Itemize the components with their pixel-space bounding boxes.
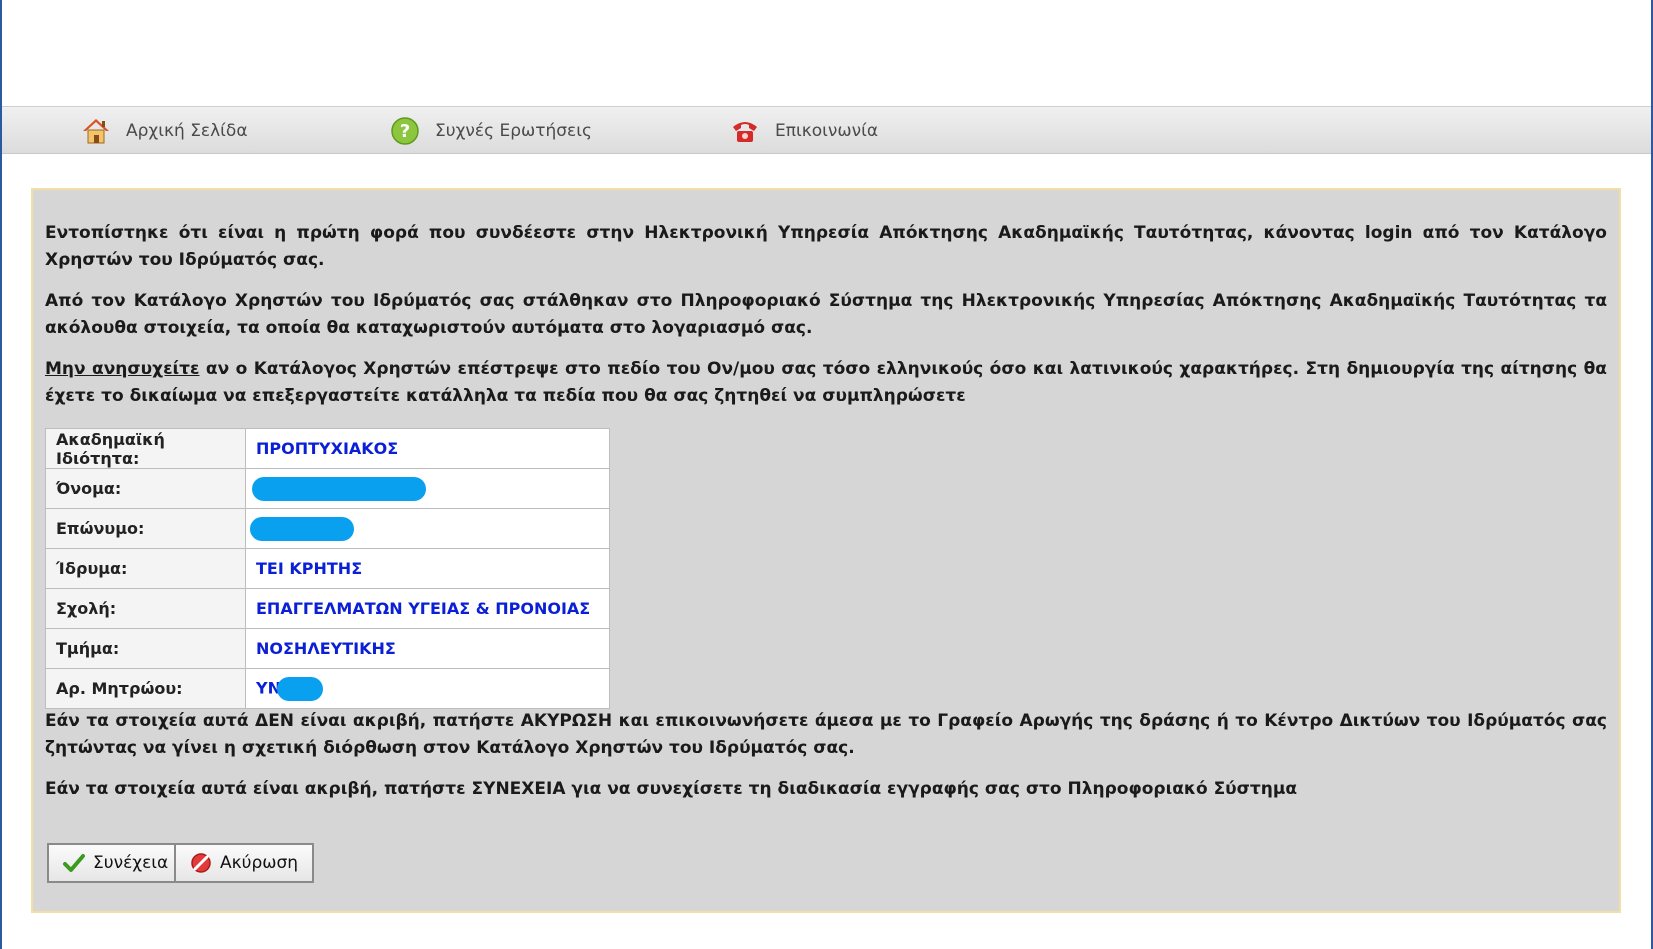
- telephone-icon: [729, 115, 761, 147]
- checkmark-icon: [63, 852, 85, 874]
- table-row: Σχολή: ΕΠΑΓΓΕΛΜΑΤΩΝ ΥΓΕΙΑΣ & ΠΡΟΝΟΙΑΣ: [45, 588, 610, 629]
- row-value-redacted: [245, 468, 610, 509]
- nav-home[interactable]: Αρχική Σελίδα: [80, 107, 248, 155]
- continue-button-label: Συνέχεια: [93, 853, 169, 873]
- redaction-mark: [250, 516, 354, 541]
- row-value: ΤΕΙ ΚΡΗΤΗΣ: [245, 548, 610, 589]
- row-label: Αρ. Μητρώου:: [45, 668, 246, 709]
- row-label: Ίδρυμα:: [45, 548, 246, 589]
- row-value: ΕΠΑΓΓΕΛΜΑΤΩΝ ΥΓΕΙΑΣ & ΠΡΟΝΟΙΑΣ: [245, 588, 610, 629]
- row-label: Ακαδημαϊκή Ιδιότητα:: [45, 428, 246, 469]
- table-row: Τμήμα: ΝΟΣΗΛΕΥΤΙΚΗΣ: [45, 628, 610, 669]
- table-row: Αρ. Μητρώου: ΥΝ: [45, 668, 610, 709]
- row-label: Όνομα:: [45, 468, 246, 509]
- outro-paragraph-2: Εάν τα στοιχεία αυτά είναι ακριβή, πατήσ…: [45, 779, 1298, 799]
- row-label: Επώνυμο:: [45, 508, 246, 549]
- intro-paragraph-2: Από τον Κατάλογο Χρηστών του Ιδρύματός σ…: [45, 291, 1607, 338]
- cancel-button-label: Ακύρωση: [220, 853, 299, 873]
- confirmation-panel: Εντοπίστηκε ότι είναι η πρώτη φορά που σ…: [31, 188, 1621, 913]
- nav-faq-label: Συχνές Ερωτήσεις: [435, 121, 592, 141]
- table-row: Επώνυμο:: [45, 508, 610, 549]
- redaction-mark: [276, 676, 323, 701]
- row-label: Τμήμα:: [45, 628, 246, 669]
- row-value: ΠΡΟΠΤΥΧΙΑΚΟΣ: [245, 428, 610, 469]
- row-label: Σχολή:: [45, 588, 246, 629]
- cancel-icon: [190, 852, 212, 874]
- user-details-table: Ακαδημαϊκή Ιδιότητα: ΠΡΟΠΤΥΧΙΑΚΟΣ Όνομα:…: [45, 428, 610, 709]
- row-value: ΝΟΣΗΛΕΥΤΙΚΗΣ: [245, 628, 610, 669]
- intro-paragraph-3: Μην ανησυχείτε αν ο Κατάλογος Χρηστών επ…: [45, 356, 1607, 410]
- home-icon: [80, 115, 112, 147]
- question-icon: ?: [389, 115, 421, 147]
- intro-paragraph-3-rest: αν ο Κατάλογος Χρηστών επέστρεψε στο πεδ…: [45, 359, 1607, 406]
- nav-contact[interactable]: Επικοινωνία: [729, 107, 878, 155]
- row-value-partial: ΥΝ: [245, 668, 610, 709]
- cancel-button[interactable]: Ακύρωση: [174, 843, 315, 883]
- table-row: Ίδρυμα: ΤΕΙ ΚΡΗΤΗΣ: [45, 548, 610, 589]
- nav-faq[interactable]: ? Συχνές Ερωτήσεις: [389, 107, 592, 155]
- table-row: Όνομα:: [45, 468, 610, 509]
- continue-button[interactable]: Συνέχεια: [47, 843, 185, 883]
- outro-paragraph-1: Εάν τα στοιχεία αυτά ΔΕΝ είναι ακριβή, π…: [45, 711, 1607, 758]
- row-value-redacted: [245, 508, 610, 549]
- redaction-mark: [252, 476, 426, 501]
- svg-text:?: ?: [400, 121, 410, 142]
- dont-worry-emphasis: Μην ανησυχείτε: [45, 359, 200, 379]
- nav-home-label: Αρχική Σελίδα: [126, 121, 248, 141]
- nav-contact-label: Επικοινωνία: [775, 121, 879, 141]
- top-navbar: Αρχική Σελίδα ? Συχνές Ερωτήσεις Επικοιν…: [2, 106, 1651, 154]
- table-row: Ακαδημαϊκή Ιδιότητα: ΠΡΟΠΤΥΧΙΑΚΟΣ: [45, 428, 610, 469]
- intro-paragraph-1: Εντοπίστηκε ότι είναι η πρώτη φορά που σ…: [45, 223, 1607, 270]
